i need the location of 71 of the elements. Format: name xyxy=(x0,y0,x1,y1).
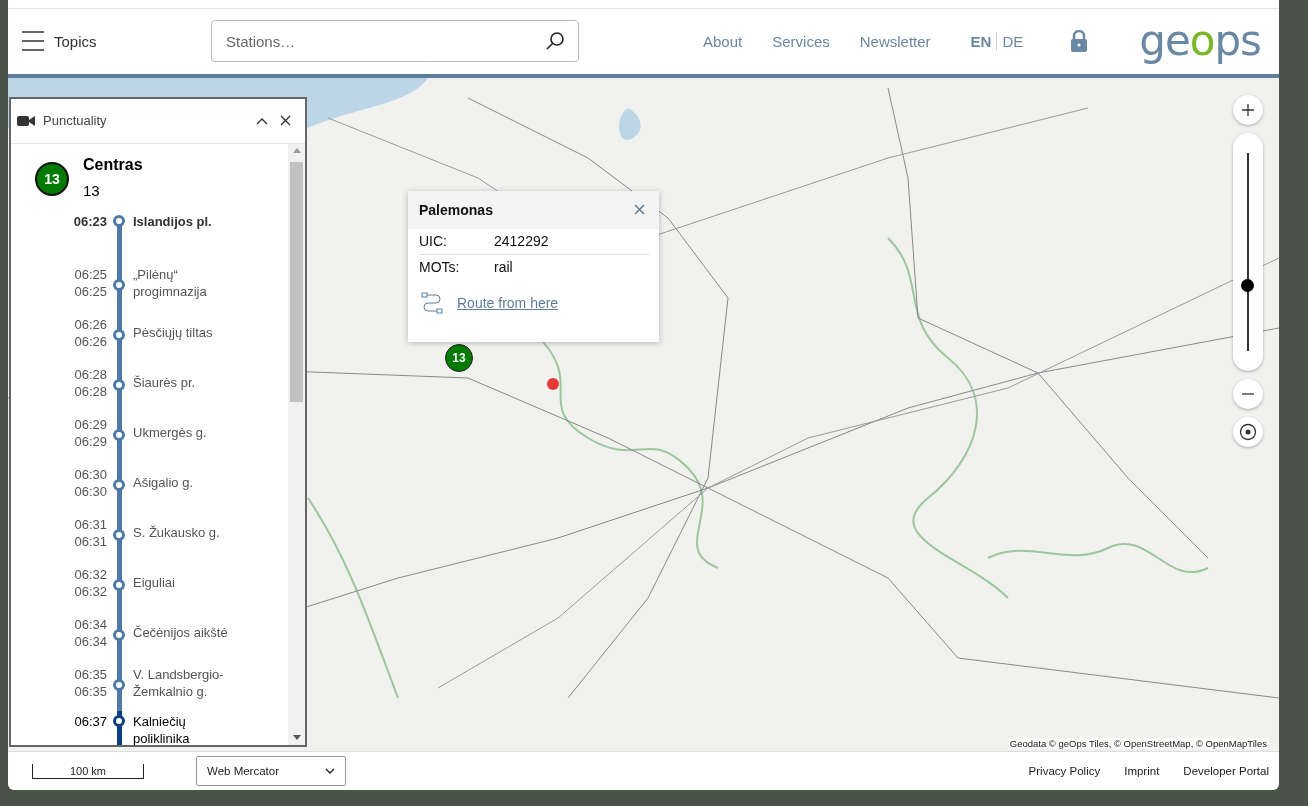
stop-time: 06:25 xyxy=(73,265,107,283)
menu-icon xyxy=(22,31,44,52)
stop-name[interactable]: S. Žukausko g. xyxy=(133,524,220,542)
lock-icon[interactable] xyxy=(1070,30,1089,53)
stop-name[interactable]: Šiaurės pr. xyxy=(133,374,196,392)
language-button[interactable]: EN xyxy=(965,32,997,50)
nav-link[interactable]: Newsletter xyxy=(859,32,931,50)
stop-time: 06:31 xyxy=(73,532,107,550)
projection-select[interactable]: Web Mercator xyxy=(196,756,346,787)
stop-name[interactable]: Eiguliai xyxy=(133,574,175,592)
stop-name[interactable]: V. Landsbergio-Žemkalnio g. xyxy=(133,665,245,700)
stop-time: 06:32 xyxy=(73,565,107,583)
stop-time: 06:35 xyxy=(73,665,107,683)
target-icon xyxy=(1239,422,1257,441)
stop-time: 06:28 xyxy=(73,382,107,400)
stop-time: 06:31 xyxy=(73,515,107,533)
search-field[interactable]: Stations… xyxy=(211,20,579,63)
scroll-down-icon[interactable] xyxy=(292,735,301,741)
stop-time: 06:32 xyxy=(73,582,107,600)
nav-link[interactable]: About xyxy=(703,32,743,50)
stop-time: 06:26 xyxy=(73,315,107,333)
video-camera-icon xyxy=(17,114,35,127)
stop-name[interactable]: Ašigalio g. xyxy=(133,474,193,492)
route-icon xyxy=(421,291,443,314)
field-value: 2412292 xyxy=(494,232,549,250)
minus-icon xyxy=(1242,392,1254,395)
destination-text: Centras xyxy=(83,155,143,174)
stop-name[interactable]: Islandijos pl. xyxy=(133,212,212,230)
chevron-up-icon xyxy=(256,116,268,125)
stop-time: 06:34 xyxy=(73,615,107,633)
stop-name[interactable]: Čečėnijos aikštė xyxy=(133,624,228,642)
stop-name[interactable]: Ukmergės g. xyxy=(133,424,207,442)
footer-link[interactable]: Imprint xyxy=(1124,765,1160,778)
attribution-text: Geodata © geOps Tiles, © OpenStreetMap, © OpenMapTiles xyxy=(1007,738,1269,750)
language-button[interactable]: DE xyxy=(997,32,1029,50)
search-icon[interactable] xyxy=(545,31,565,52)
stop-time: 06:34 xyxy=(73,632,107,650)
chevron-down-icon xyxy=(325,768,335,775)
scale-bar: 100 km xyxy=(32,763,144,779)
stop-time: 06:28 xyxy=(73,365,107,383)
logo[interactable]: geops xyxy=(1139,20,1261,63)
slider-thumb[interactable] xyxy=(1241,279,1254,293)
close-icon xyxy=(634,204,645,216)
stop-time: 06:26 xyxy=(73,332,107,350)
panel-title: Punctuality xyxy=(43,113,108,129)
stop-time: 06:37 xyxy=(73,712,107,730)
nav-link[interactable]: Services xyxy=(772,32,830,50)
menu-button[interactable]: Topics xyxy=(22,31,211,52)
popup-title: Palemonas xyxy=(419,201,493,218)
scrollbar[interactable] xyxy=(288,143,305,745)
stop-name[interactable]: „Pilėnų“ progimnazija xyxy=(133,265,245,300)
line-number: 13 xyxy=(83,181,101,199)
stop-time: 06:25 xyxy=(73,282,107,300)
field-value: rail xyxy=(494,258,513,276)
stop-time: 06:23 xyxy=(72,212,107,230)
zoom-slider[interactable] xyxy=(1233,132,1263,371)
stop-name[interactable]: Kalniečių poliklinika xyxy=(133,712,245,745)
footer-link[interactable]: Developer Portal xyxy=(1183,765,1269,778)
route-link[interactable]: Route from here xyxy=(457,294,559,311)
stop-time: 06:30 xyxy=(73,465,107,483)
footer-link[interactable]: Privacy Policy xyxy=(1028,765,1101,778)
stop-time: 06:29 xyxy=(73,415,107,433)
stop-time: 06:35 xyxy=(73,682,107,700)
line-badge: 13 xyxy=(35,161,69,196)
stop-name[interactable]: Pėsčiųjų tiltas xyxy=(133,324,213,342)
field-label: UIC: xyxy=(419,232,448,250)
stop-time: 06:30 xyxy=(73,482,107,500)
plus-icon xyxy=(1242,103,1254,116)
stop-time: 06:29 xyxy=(73,432,107,450)
close-icon xyxy=(280,115,291,127)
field-label: MOTs: xyxy=(419,258,461,276)
